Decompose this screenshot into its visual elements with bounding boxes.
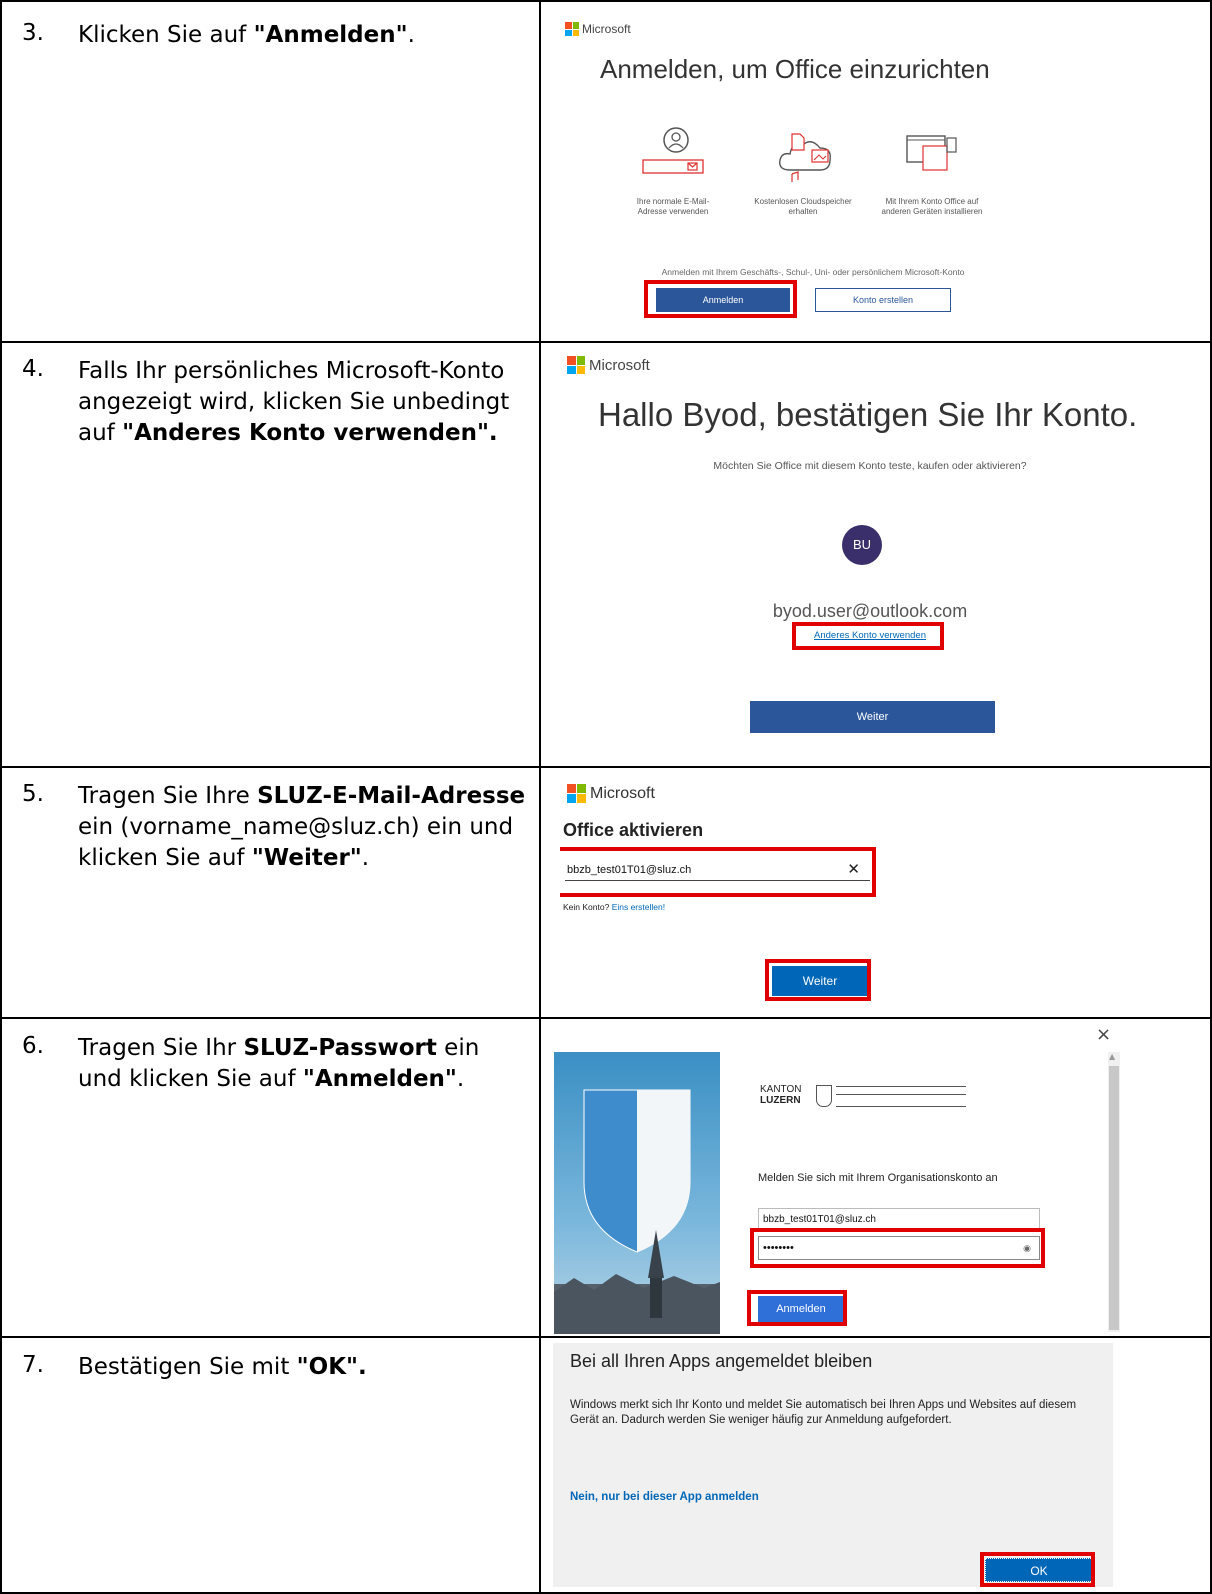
create-account-link[interactable]: Eins erstellen!	[612, 902, 665, 912]
microsoft-logo-icon	[567, 784, 586, 803]
dialog-body: Windows merkt sich Ihr Konto und meldet …	[570, 1399, 1077, 1426]
highlight-box	[644, 280, 797, 318]
feature-label: Kostenlosen Cloudspeicher erhalten	[754, 197, 852, 216]
screenshot-subtitle: Möchten Sie Office mit diesem Konto test…	[713, 460, 1027, 472]
screenshot-confirm-account: Microsoft Hallo Byod, bestätigen Sie Ihr…	[560, 348, 1205, 760]
feature-label: Mit Ihrem Konto Office auf anderen Gerät…	[881, 197, 983, 216]
scrollbar[interactable]: ▲	[1108, 1052, 1120, 1332]
screenshot-org-signin: × KANTON LUZERN Melden Sie sich mit Ihre…	[548, 1024, 1208, 1334]
step-instruction: Klicken Sie auf "Anmelden".	[78, 22, 415, 48]
step-number: 3.	[22, 20, 44, 46]
no-account-text: Kein Konto? Eins erstellen!	[563, 902, 666, 912]
cloud-files-icon	[779, 133, 831, 182]
devices-icon	[906, 135, 957, 171]
microsoft-logo: Microsoft	[565, 22, 631, 36]
account-email: byod.user@outlook.com	[772, 601, 968, 621]
highlight-box	[747, 1290, 847, 1326]
screenshot-stay-signed-in: Bei all Ihren Apps angemeldet bleiben Wi…	[553, 1343, 1113, 1587]
screenshot-title: Office aktivieren	[563, 820, 704, 840]
create-account-button[interactable]: Konto erstellen	[815, 288, 951, 312]
step-number: 7.	[22, 1352, 44, 1378]
microsoft-logo: Microsoft	[567, 784, 655, 803]
next-button[interactable]: Weiter	[750, 701, 995, 733]
table-row-divider	[0, 341, 1212, 343]
step-number: 5.	[22, 781, 44, 807]
highlight-box	[750, 1228, 1045, 1268]
highlight-box	[792, 622, 944, 650]
scroll-up-icon[interactable]: ▲	[1109, 1052, 1115, 1061]
table-row-divider	[0, 1017, 1212, 1019]
screenshot-title: Hallo Byod, bestätigen Sie Ihr Konto.	[598, 396, 1138, 433]
signin-prompt: Melden Sie sich mit Ihrem Organisationsk…	[758, 1172, 998, 1184]
screenshot-office-signin: Microsoft Anmelden, um Office einzuricht…	[560, 14, 1200, 334]
screenshot-title: Anmelden, um Office einzurichten	[600, 54, 990, 84]
step-instruction: Falls Ihr persönliches Microsoft-Konto a…	[78, 358, 510, 446]
step-instruction: Tragen Sie Ihre SLUZ-E-Mail-Adresse ein …	[78, 783, 526, 871]
highlight-box	[560, 847, 876, 897]
microsoft-logo: Microsoft	[567, 356, 650, 374]
microsoft-logo-icon	[567, 356, 585, 374]
screenshot-office-activate: Microsoft Office aktivieren bbzb_test01T…	[560, 775, 960, 1015]
avatar: BU	[842, 525, 882, 565]
table-row-divider	[0, 766, 1212, 768]
scrollbar-thumb[interactable]	[1109, 1066, 1119, 1330]
microsoft-logo-icon	[565, 22, 579, 36]
user-mail-icon	[642, 127, 704, 174]
feature-label: Ihre normale E-Mail-Adresse verwenden	[636, 197, 710, 216]
table-border-left	[0, 0, 2, 1594]
highlight-box	[980, 1552, 1095, 1587]
close-icon[interactable]: ×	[1096, 1024, 1111, 1045]
table-row-divider	[0, 1336, 1212, 1338]
screenshot-title: Bei all Ihren Apps angemeldet bleiben	[570, 1351, 873, 1371]
step-number: 6.	[22, 1033, 44, 1059]
signin-note: Anmelden mit Ihrem Geschäfts-, Schul-, U…	[661, 267, 965, 277]
step-instruction: Bestätigen Sie mit "OK".	[78, 1354, 367, 1380]
step-number: 4.	[22, 356, 44, 382]
single-app-link[interactable]: Nein, nur bei dieser App anmelden	[570, 1491, 759, 1503]
canton-banner-image	[554, 1052, 720, 1334]
step-instruction: Tragen Sie Ihr SLUZ-Passwort ein und kli…	[78, 1035, 480, 1092]
table-border-top	[0, 0, 1212, 2]
highlight-box	[765, 959, 871, 1001]
table-column-divider	[539, 0, 541, 1594]
kanton-luzern-logo: KANTON LUZERN	[760, 1084, 970, 1114]
